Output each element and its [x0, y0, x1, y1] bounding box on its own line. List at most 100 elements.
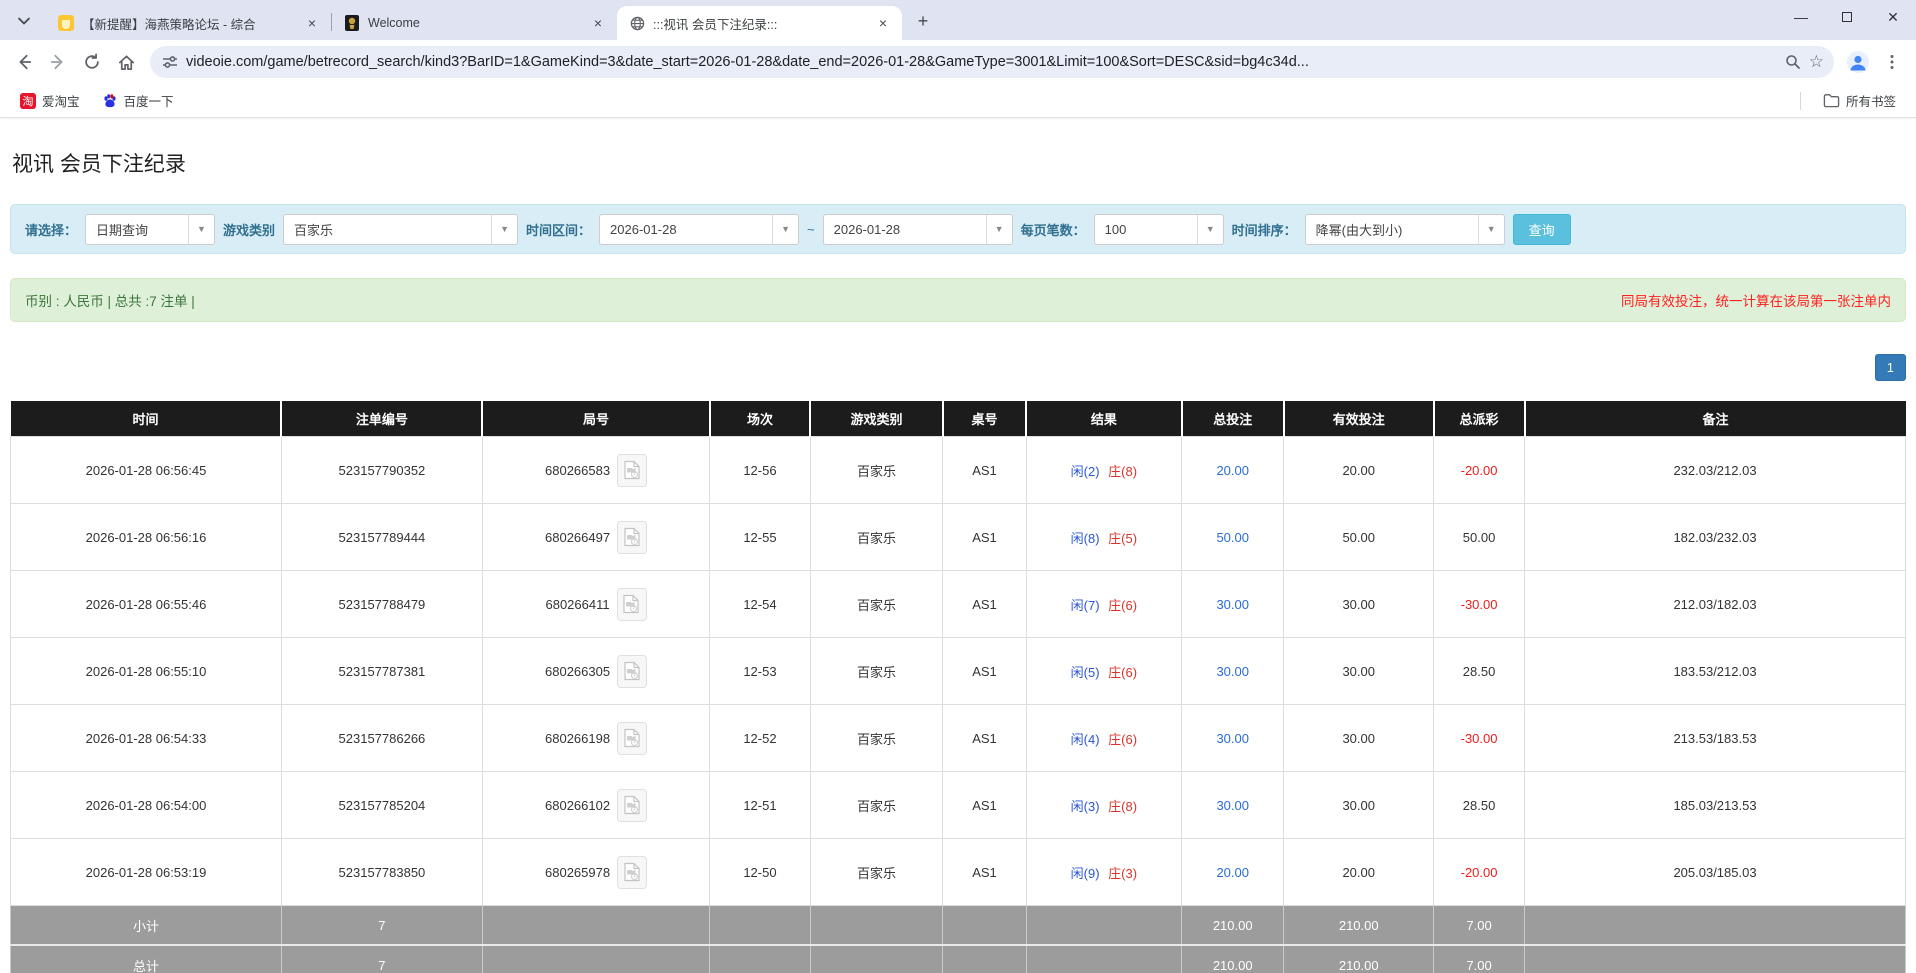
bookmark-baidu[interactable]: 百度一下 — [94, 87, 182, 114]
video-replay-button[interactable] — [617, 521, 647, 554]
cell-time: 2026-01-28 06:55:10 — [11, 638, 282, 705]
all-bookmarks-button[interactable]: 所有书签 — [1815, 87, 1904, 114]
video-replay-button[interactable] — [617, 789, 647, 822]
browser-tab-welcome[interactable]: Welcome × — [332, 6, 617, 40]
close-button[interactable]: ✕ — [1870, 0, 1916, 34]
cell-table: AS1 — [943, 705, 1026, 772]
result-player: 闲(7) — [1071, 598, 1100, 613]
tab-title: Welcome — [368, 16, 581, 30]
zoom-icon[interactable] — [1785, 54, 1801, 70]
page-1-button[interactable]: 1 — [1875, 354, 1906, 381]
cell-session: 12-51 — [710, 772, 810, 839]
total-row: 总计 7 210.00 210.00 7.00 — [11, 945, 1906, 973]
browser-tab-forum[interactable]: 【新提醒】海燕策略论坛 - 综合 × — [46, 6, 331, 40]
profile-avatar[interactable] — [1842, 46, 1874, 78]
page-size-select[interactable]: 100 ▼ — [1094, 214, 1224, 245]
cell-total-bet[interactable]: 30.00 — [1182, 638, 1284, 705]
cell-game-type: 百家乐 — [810, 772, 943, 839]
search-button[interactable]: 查询 — [1513, 214, 1571, 245]
round-id: 680265978 — [545, 865, 610, 880]
welcome-favicon-icon — [344, 15, 360, 31]
query-type-select[interactable]: 日期查询 ▼ — [85, 214, 215, 245]
cell-total-bet[interactable]: 30.00 — [1182, 705, 1284, 772]
folder-icon — [1823, 93, 1840, 108]
new-tab-button[interactable]: + — [910, 8, 936, 34]
cell-session: 12-50 — [710, 839, 810, 906]
cell-total-bet[interactable]: 50.00 — [1182, 504, 1284, 571]
cell-total-bet[interactable]: 30.00 — [1182, 772, 1284, 839]
cell-total-bet[interactable]: 20.00 — [1182, 839, 1284, 906]
address-bar[interactable]: videoie.com/game/betrecord_search/kind3?… — [150, 46, 1834, 78]
reload-button[interactable] — [76, 46, 108, 78]
taobao-icon: 淘 — [20, 93, 36, 109]
cell-total-bet[interactable]: 20.00 — [1182, 437, 1284, 504]
date-end-select[interactable]: 2026-01-28 ▼ — [823, 214, 1013, 245]
cell-bet-id: 523157787381 — [281, 638, 482, 705]
subtotal-valid-bet: 210.00 — [1284, 906, 1434, 946]
video-replay-button[interactable] — [617, 454, 647, 487]
site-info-icon[interactable] — [162, 54, 178, 70]
date-start-select[interactable]: 2026-01-28 ▼ — [599, 214, 799, 245]
cell-round: 680266102 — [482, 772, 709, 839]
chevron-down-icon: ▼ — [491, 215, 517, 244]
subtotal-row: 小计 7 210.00 210.00 7.00 — [11, 906, 1906, 946]
table-header-row: 时间 注单编号 局号 场次 游戏类别 桌号 结果 总投注 有效投注 总派彩 备注 — [11, 401, 1906, 437]
home-button[interactable] — [110, 46, 142, 78]
cell-payout: 28.50 — [1434, 772, 1525, 839]
cell-time: 2026-01-28 06:54:33 — [11, 705, 282, 772]
cell-note: 182.03/232.03 — [1525, 504, 1906, 571]
table-row: 2026-01-28 06:54:33 523157786266 6802661… — [11, 705, 1906, 772]
tab-close-icon[interactable]: × — [589, 14, 607, 32]
tab-close-icon[interactable]: × — [874, 14, 892, 32]
game-type-select[interactable]: 百家乐 ▼ — [283, 214, 518, 245]
maximize-button[interactable] — [1824, 0, 1870, 34]
page-size-label: 每页笔数： — [1021, 220, 1086, 239]
browser-tab-betrecord-active[interactable]: :::视讯 会员下注纪录::: × — [617, 6, 902, 40]
subtotal-count: 7 — [281, 906, 482, 946]
url-text[interactable]: videoie.com/game/betrecord_search/kind3?… — [186, 54, 1777, 70]
bet-records-table: 时间 注单编号 局号 场次 游戏类别 桌号 结果 总投注 有效投注 总派彩 备注… — [10, 401, 1906, 973]
cell-table: AS1 — [943, 504, 1026, 571]
minimize-button[interactable]: — — [1778, 0, 1824, 34]
bookmark-label: 百度一下 — [124, 91, 174, 110]
result-player: 闲(4) — [1071, 732, 1100, 747]
back-button[interactable] — [8, 46, 40, 78]
sort-order-select[interactable]: 降幂(由大到小) ▼ — [1305, 214, 1505, 245]
cell-game-type: 百家乐 — [810, 638, 943, 705]
video-replay-button[interactable] — [617, 856, 647, 889]
tab-title: :::视讯 会员下注纪录::: — [653, 14, 866, 33]
cell-bet-id: 523157789444 — [281, 504, 482, 571]
cell-result: 闲(2) 庄(8) — [1026, 437, 1181, 504]
video-replay-button[interactable] — [617, 655, 647, 688]
bookmark-taobao[interactable]: 淘 爱淘宝 — [12, 87, 88, 114]
cell-table: AS1 — [943, 638, 1026, 705]
cell-note: 212.03/182.03 — [1525, 571, 1906, 638]
cell-game-type: 百家乐 — [810, 839, 943, 906]
cell-payout: -30.00 — [1434, 571, 1525, 638]
game-type-value: 百家乐 — [284, 220, 491, 239]
forward-button[interactable] — [42, 46, 74, 78]
cell-time: 2026-01-28 06:55:46 — [11, 571, 282, 638]
result-banker: 庄(6) — [1108, 732, 1137, 747]
bookmarks-bar: 淘 爱淘宝 百度一下 所有书签 — [0, 84, 1916, 118]
result-player: 闲(2) — [1071, 464, 1100, 479]
cell-note: 183.53/212.03 — [1525, 638, 1906, 705]
video-replay-button[interactable] — [617, 588, 647, 621]
bookmark-star-icon[interactable]: ☆ — [1809, 52, 1824, 72]
tab-search-button[interactable] — [10, 7, 38, 35]
chevron-down-icon: ▼ — [772, 215, 798, 244]
cell-session: 12-56 — [710, 437, 810, 504]
cell-payout: -30.00 — [1434, 705, 1525, 772]
video-replay-button[interactable] — [617, 722, 647, 755]
bookmark-label: 爱淘宝 — [42, 91, 80, 110]
cell-valid-bet: 30.00 — [1284, 705, 1434, 772]
tab-close-icon[interactable]: × — [303, 14, 321, 32]
cell-time: 2026-01-28 06:53:19 — [11, 839, 282, 906]
cell-total-bet[interactable]: 30.00 — [1182, 571, 1284, 638]
header-table: 桌号 — [943, 401, 1026, 437]
browser-menu-button[interactable] — [1876, 46, 1908, 78]
date-start-value: 2026-01-28 — [600, 222, 772, 237]
date-range-label: 时间区间： — [526, 220, 591, 239]
date-end-value: 2026-01-28 — [824, 222, 986, 237]
cell-bet-id: 523157790352 — [281, 437, 482, 504]
